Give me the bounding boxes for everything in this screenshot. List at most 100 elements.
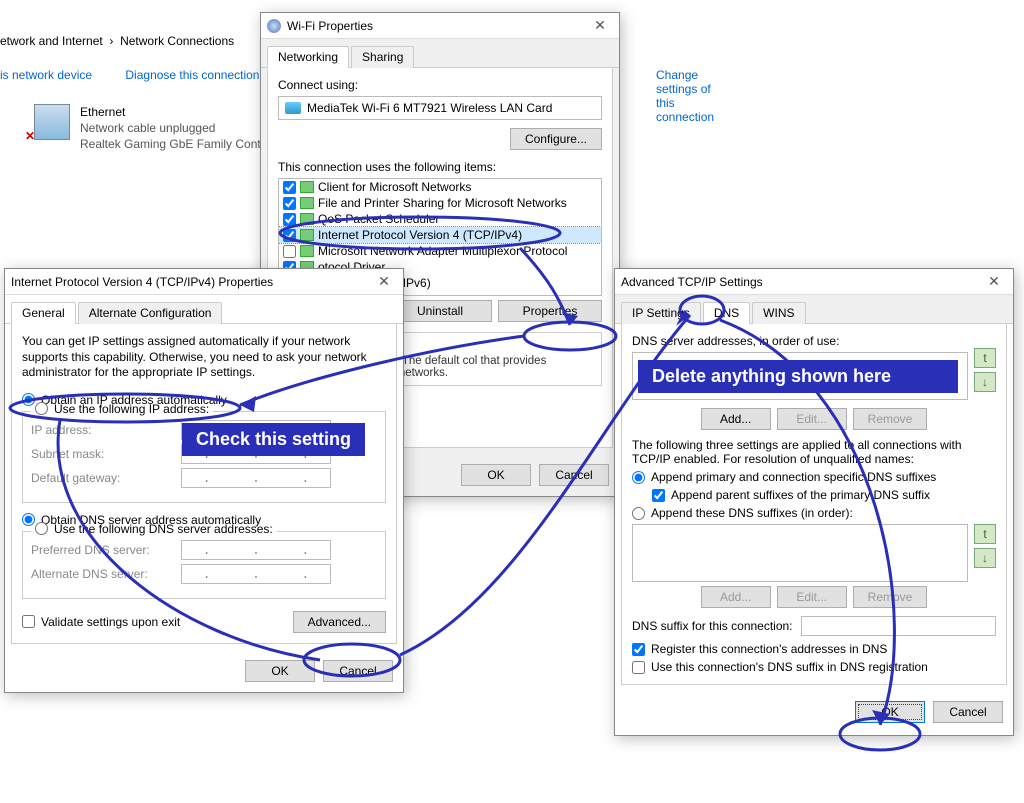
titlebar[interactable]: Internet Protocol Version 4 (TCP/IPv4) P… (5, 269, 403, 295)
wifi-icon (267, 19, 281, 33)
ok-button[interactable]: OK (855, 701, 925, 723)
add-button[interactable]: Add... (701, 586, 771, 608)
breadcrumb-part[interactable]: etwork and Internet (0, 34, 103, 48)
alt-dns-label: Alternate DNS server: (31, 567, 181, 581)
validate-label: Validate settings upon exit (41, 615, 180, 629)
list-item[interactable]: Microsoft Network Adapter Multiplexor Pr… (318, 244, 567, 258)
validate-checkbox[interactable] (22, 615, 35, 628)
move-down-button[interactable]: ↓ (974, 548, 996, 568)
radio-label: Use the following DNS server addresses: (54, 522, 273, 536)
radio-label: Append primary and connection specific D… (651, 470, 936, 484)
ok-button[interactable]: OK (245, 660, 315, 682)
ethernet-title: Ethernet (80, 104, 271, 120)
checkbox-label: Use this connection's DNS suffix in DNS … (651, 660, 928, 674)
radio-append-primary[interactable] (632, 471, 645, 484)
radio-use-ip[interactable] (35, 402, 48, 415)
protocol-icon (300, 181, 314, 193)
pref-dns-field[interactable]: ... (181, 540, 331, 560)
tab-alternate[interactable]: Alternate Configuration (78, 302, 223, 324)
advanced-button[interactable]: Advanced... (293, 611, 386, 633)
list-item[interactable]: Client for Microsoft Networks (318, 180, 471, 194)
add-button[interactable]: Add... (701, 408, 771, 430)
suffix-conn-input[interactable] (801, 616, 996, 636)
dialog-title: Advanced TCP/IP Settings (621, 275, 763, 289)
protocol-icon (300, 245, 314, 257)
checkbox-label: Append parent suffixes of the primary DN… (671, 488, 930, 502)
checkbox-label: Register this connection's addresses in … (651, 642, 887, 656)
gateway-field[interactable]: ... (181, 468, 331, 488)
append-parent-checkbox[interactable] (652, 489, 665, 502)
radio-obtain-ip-auto[interactable] (22, 393, 35, 406)
use-suffix-checkbox[interactable] (632, 661, 645, 674)
titlebar[interactable]: Advanced TCP/IP Settings ✕ (615, 269, 1013, 295)
dialog-title: Internet Protocol Version 4 (TCP/IPv4) P… (11, 275, 273, 289)
ipv4-properties-dialog: Internet Protocol Version 4 (TCP/IPv4) P… (4, 268, 404, 693)
breadcrumb-part[interactable]: Network Connections (120, 34, 234, 48)
protocol-icon (300, 197, 314, 209)
ethernet-adapter: Realtek Gaming GbE Family Contro (80, 136, 271, 152)
edit-button[interactable]: Edit... (777, 408, 847, 430)
alt-dns-field[interactable]: ... (181, 564, 331, 584)
item-checkbox[interactable] (283, 245, 296, 258)
tab-networking[interactable]: Networking (267, 46, 349, 68)
radio-label: Use the following IP address: (54, 402, 209, 416)
toolbar-link-change-settings[interactable]: Change settings of this connection (656, 68, 714, 124)
tab-sharing[interactable]: Sharing (351, 46, 414, 68)
ethernet-icon (34, 104, 70, 140)
register-dns-checkbox[interactable] (632, 643, 645, 656)
tab-dns[interactable]: DNS (703, 302, 750, 324)
item-checkbox[interactable] (283, 229, 296, 242)
ethernet-status: Network cable unplugged (80, 120, 271, 136)
adapter-name: MediaTek Wi-Fi 6 MT7921 Wireless LAN Car… (307, 101, 552, 115)
dns-servers-list[interactable] (632, 352, 968, 400)
connection-item-ethernet[interactable]: Ethernet Network cable unplugged Realtek… (34, 104, 271, 153)
titlebar[interactable]: Wi-Fi Properties ✕ (261, 13, 619, 39)
toolbar-link-diagnose[interactable]: Diagnose this connection (125, 68, 259, 82)
ok-button[interactable]: OK (461, 464, 531, 486)
dns-suffix-list[interactable] (632, 524, 968, 582)
close-icon[interactable]: ✕ (371, 273, 397, 290)
protocol-icon (300, 229, 314, 241)
edit-button[interactable]: Edit... (777, 586, 847, 608)
remove-button[interactable]: Remove (853, 586, 928, 608)
close-icon[interactable]: ✕ (981, 273, 1007, 290)
list-item[interactable]: QoS Packet Scheduler (318, 212, 439, 226)
move-up-button[interactable]: t (974, 524, 996, 544)
subnet-field[interactable]: ... (181, 444, 331, 464)
properties-button[interactable]: Properties (498, 300, 602, 322)
advanced-tcpip-dialog: Advanced TCP/IP Settings ✕ IP Settings D… (614, 268, 1014, 736)
adapter-field[interactable]: MediaTek Wi-Fi 6 MT7921 Wireless LAN Car… (278, 96, 602, 120)
cancel-button[interactable]: Cancel (323, 660, 393, 682)
cancel-button[interactable]: Cancel (539, 464, 609, 486)
tab-general[interactable]: General (11, 302, 76, 324)
pref-dns-label: Preferred DNS server: (31, 543, 181, 557)
tab-ip-settings[interactable]: IP Settings (621, 302, 701, 324)
cancel-button[interactable]: Cancel (933, 701, 1003, 723)
items-label: This connection uses the following items… (278, 160, 602, 174)
ip-address-field[interactable]: ... (181, 420, 331, 440)
radio-append-these[interactable] (632, 507, 645, 520)
breadcrumb-sep: › (109, 34, 113, 48)
close-icon[interactable]: ✕ (587, 17, 613, 34)
move-up-button[interactable]: t (974, 348, 996, 368)
item-checkbox[interactable] (283, 197, 296, 210)
dns-order-label: DNS server addresses, in order of use: (632, 334, 996, 348)
configure-button[interactable]: Configure... (510, 128, 602, 150)
list-item[interactable]: File and Printer Sharing for Microsoft N… (318, 196, 567, 210)
move-down-button[interactable]: ↓ (974, 372, 996, 392)
remove-button[interactable]: Remove (853, 408, 928, 430)
connect-using-label: Connect using: (278, 78, 602, 92)
item-checkbox[interactable] (283, 213, 296, 226)
gateway-label: Default gateway: (31, 471, 181, 485)
info-text: You can get IP settings assigned automat… (22, 334, 386, 381)
radio-label: Append these DNS suffixes (in order): (651, 506, 853, 520)
toolbar-link-disable[interactable]: is network device (0, 68, 92, 82)
item-checkbox[interactable] (283, 181, 296, 194)
adapter-icon (285, 102, 301, 114)
subnet-label: Subnet mask: (31, 447, 181, 461)
breadcrumb[interactable]: etwork and Internet › Network Connection… (0, 34, 234, 48)
radio-obtain-dns-auto[interactable] (22, 513, 35, 526)
tab-wins[interactable]: WINS (752, 302, 805, 324)
radio-use-dns[interactable] (35, 522, 48, 535)
list-item-ipv4[interactable]: Internet Protocol Version 4 (TCP/IPv4) (318, 228, 522, 242)
